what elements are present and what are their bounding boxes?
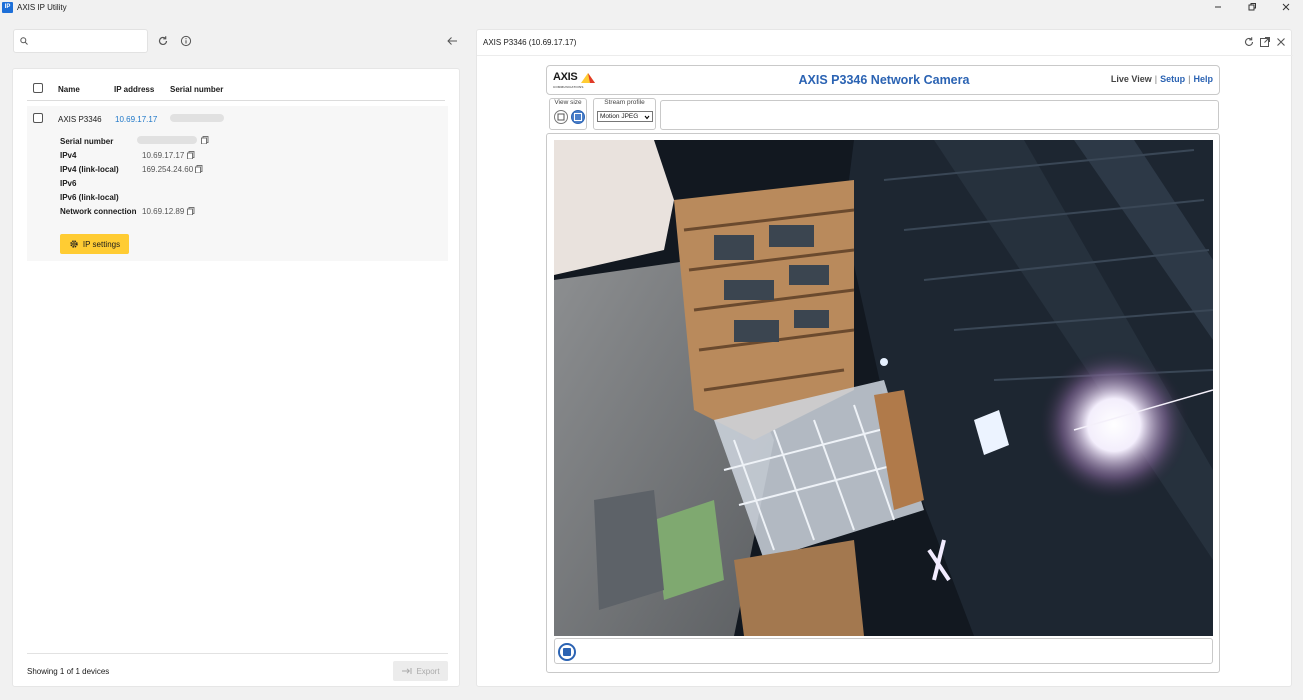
toolbar-extra-area bbox=[660, 100, 1219, 130]
reload-icon[interactable] bbox=[1243, 36, 1255, 48]
ipv4-value: 10.69.17.17 bbox=[142, 151, 185, 160]
device-web-pane: AXIS P3346 (10.69.17.17) AXIS COMMUNICAT… bbox=[476, 29, 1293, 687]
stop-stream-button[interactable] bbox=[558, 643, 576, 661]
camera-header: AXIS COMMUNICATIONS AXIS P3346 Network C… bbox=[546, 65, 1220, 95]
export-icon bbox=[402, 668, 412, 674]
pane-header: AXIS P3346 (10.69.17.17) bbox=[477, 30, 1293, 56]
panel-footer: Showing 1 of 1 devices Export bbox=[27, 653, 448, 687]
copy-icon[interactable] bbox=[201, 136, 209, 144]
open-external-icon[interactable] bbox=[1259, 36, 1271, 48]
nav-setup[interactable]: Setup bbox=[1160, 74, 1185, 84]
export-label: Export bbox=[416, 666, 440, 676]
device-ip-link[interactable]: 10.69.17.17 bbox=[115, 115, 157, 124]
camera-nav: Live View | Setup | Help bbox=[1110, 74, 1213, 84]
search-icon bbox=[20, 37, 28, 45]
title-bar: IP AXIS IP Utility bbox=[0, 0, 1303, 14]
stream-profile-value: Motion JPEG bbox=[600, 113, 639, 120]
refresh-button[interactable] bbox=[156, 34, 170, 48]
view-size-small-button[interactable] bbox=[554, 110, 568, 124]
search-box[interactable] bbox=[13, 29, 148, 53]
ipv6-label: IPv6 bbox=[60, 179, 77, 188]
ip-settings-label: IP settings bbox=[82, 239, 121, 249]
copy-icon[interactable] bbox=[187, 151, 195, 159]
select-all-checkbox[interactable] bbox=[33, 83, 43, 93]
nav-live-view[interactable]: Live View bbox=[1111, 74, 1152, 84]
stream-profile-select[interactable]: Motion JPEG bbox=[597, 111, 653, 122]
window-controls bbox=[1201, 0, 1303, 14]
copy-icon[interactable] bbox=[187, 207, 195, 215]
ip-settings-button[interactable]: IP settings bbox=[60, 234, 129, 254]
minimize-icon bbox=[1215, 6, 1221, 8]
camera-toolbar: View size Stream profile Motion JPEG bbox=[546, 98, 1220, 130]
live-video-stream[interactable] bbox=[554, 140, 1213, 636]
device-checkbox[interactable] bbox=[33, 113, 43, 123]
video-controls bbox=[554, 638, 1213, 664]
column-header-serial[interactable]: Serial number bbox=[170, 85, 223, 94]
app-icon: IP bbox=[2, 1, 13, 13]
stream-profile-group: Stream profile Motion JPEG bbox=[593, 98, 656, 130]
export-button[interactable]: Export bbox=[393, 661, 448, 681]
copy-icon[interactable] bbox=[195, 165, 203, 173]
collapse-pane-button[interactable] bbox=[446, 35, 458, 47]
gear-icon bbox=[70, 240, 78, 248]
restore-button[interactable] bbox=[1235, 0, 1269, 14]
camera-scene-image bbox=[554, 140, 1213, 636]
pane-title: AXIS P3346 (10.69.17.17) bbox=[483, 38, 577, 47]
device-list-panel: Name IP address Serial number AXIS P3346… bbox=[12, 68, 460, 687]
device-count-text: Showing 1 of 1 devices bbox=[27, 667, 110, 676]
network-connection-value: 10.69.12.89 bbox=[142, 207, 185, 216]
close-window-button[interactable] bbox=[1269, 0, 1303, 14]
stream-profile-label: Stream profile bbox=[604, 99, 645, 106]
video-frame bbox=[546, 133, 1220, 673]
table-header: Name IP address Serial number bbox=[27, 81, 445, 101]
refresh-icon bbox=[158, 36, 168, 46]
ipv4-link-local-label: IPv4 (link-local) bbox=[60, 165, 119, 174]
chevron-down-icon bbox=[644, 115, 650, 120]
serial-number-redacted bbox=[170, 114, 224, 122]
column-header-name[interactable]: Name bbox=[58, 85, 80, 94]
nav-help[interactable]: Help bbox=[1193, 74, 1213, 84]
info-icon bbox=[180, 35, 192, 47]
info-button[interactable] bbox=[179, 34, 193, 48]
view-size-full-button[interactable] bbox=[571, 110, 585, 124]
view-size-group: View size bbox=[549, 98, 587, 130]
ipv4-label: IPv4 bbox=[60, 151, 77, 160]
arrow-left-icon bbox=[447, 37, 457, 45]
stop-icon bbox=[563, 648, 571, 656]
minimize-button[interactable] bbox=[1201, 0, 1235, 14]
search-input[interactable] bbox=[32, 36, 142, 46]
close-icon[interactable] bbox=[1275, 36, 1287, 48]
view-size-label: View size bbox=[554, 99, 582, 106]
view-full-icon bbox=[574, 113, 582, 121]
device-name[interactable]: AXIS P3346 bbox=[58, 115, 102, 124]
window-title: AXIS IP Utility bbox=[17, 2, 67, 12]
close-icon bbox=[1282, 3, 1290, 11]
serial-number-label: Serial number bbox=[60, 137, 114, 146]
restore-icon bbox=[1248, 3, 1256, 11]
ipv6-link-local-label: IPv6 (link-local) bbox=[60, 193, 119, 202]
device-row-expanded: AXIS P3346 10.69.17.17 Serial number IPv… bbox=[27, 106, 448, 261]
network-connection-label: Network connection bbox=[60, 207, 137, 216]
ipv4-link-local-value: 169.254.24.60 bbox=[142, 165, 194, 174]
column-header-ip[interactable]: IP address bbox=[114, 85, 154, 94]
serial-number-value-redacted bbox=[137, 136, 197, 144]
pane-actions bbox=[1243, 36, 1287, 48]
view-small-icon bbox=[557, 113, 565, 121]
